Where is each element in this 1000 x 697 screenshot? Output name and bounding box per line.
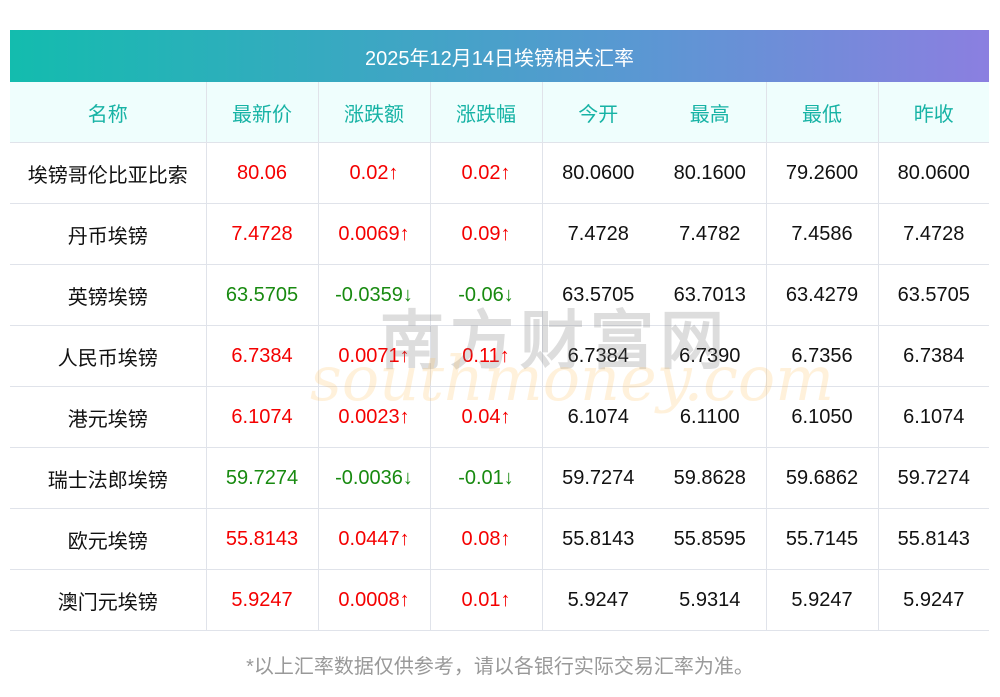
high-price: 6.7390 <box>654 325 766 387</box>
currency-name: 英镑埃镑 <box>10 264 206 326</box>
change-amount: -0.0036↓ <box>317 447 430 509</box>
table-row: 人民币埃镑 6.7384 0.0071↑ 0.11↑ 6.7384 6.7390 6.735… <box>10 325 989 387</box>
change-percent: -0.06↓ <box>429 264 542 326</box>
open-price: 63.5705 <box>541 264 654 326</box>
column-header-pct: 涨跌幅 <box>429 82 542 143</box>
table-row: 欧元埃镑 55.8143 0.0447↑ 0.08↑ 55.8143 55.8595 55.… <box>10 508 989 570</box>
latest-price: 7.4728 <box>205 203 318 265</box>
low-price: 6.1050 <box>765 386 878 448</box>
currency-name: 人民币埃镑 <box>10 325 206 387</box>
low-price: 79.2600 <box>765 142 878 204</box>
high-price: 6.1100 <box>654 386 766 448</box>
latest-price: 55.8143 <box>205 508 318 570</box>
open-price: 55.8143 <box>541 508 654 570</box>
high-price: 80.1600 <box>654 142 766 204</box>
latest-price: 59.7274 <box>205 447 318 509</box>
column-header-open: 今开 <box>541 82 654 143</box>
change-percent: -0.01↓ <box>429 447 542 509</box>
currency-name: 埃镑哥伦比亚比索 <box>10 142 206 204</box>
change-percent: 0.09↑ <box>429 203 542 265</box>
currency-name: 港元埃镑 <box>10 386 206 448</box>
change-amount: 0.0023↑ <box>317 386 430 448</box>
low-price: 63.4279 <box>765 264 878 326</box>
high-price: 59.8628 <box>654 447 766 509</box>
change-percent: 0.01↑ <box>429 569 542 631</box>
low-price: 59.6862 <box>765 447 878 509</box>
latest-price: 5.9247 <box>205 569 318 631</box>
column-header-low: 最低 <box>765 82 878 143</box>
change-amount: 0.02↑ <box>317 142 430 204</box>
change-amount: 0.0447↑ <box>317 508 430 570</box>
change-percent: 0.11↑ <box>429 325 542 387</box>
prev-close: 55.8143 <box>877 508 989 570</box>
latest-price: 6.1074 <box>205 386 318 448</box>
table-row: 丹币埃镑 7.4728 0.0069↑ 0.09↑ 7.4728 7.4782 7.4586… <box>10 203 989 265</box>
change-percent: 0.08↑ <box>429 508 542 570</box>
page-title: 2025年12月14日埃镑相关汇率 <box>10 30 989 82</box>
prev-close: 59.7274 <box>877 447 989 509</box>
open-price: 5.9247 <box>541 569 654 631</box>
open-price: 7.4728 <box>541 203 654 265</box>
disclaimer: *以上汇率数据仅供参考，请以各银行实际交易汇率为准。 <box>246 656 754 678</box>
high-price: 5.9314 <box>654 569 766 631</box>
high-price: 7.4782 <box>654 203 766 265</box>
latest-price: 6.7384 <box>205 325 318 387</box>
prev-close: 5.9247 <box>877 569 989 631</box>
column-header-change: 涨跌额 <box>317 82 430 143</box>
currency-name: 澳门元埃镑 <box>10 569 206 631</box>
low-price: 7.4586 <box>765 203 878 265</box>
change-amount: 0.0071↑ <box>317 325 430 387</box>
open-price: 80.0600 <box>541 142 654 204</box>
prev-close: 80.0600 <box>877 142 989 204</box>
column-header-high: 最高 <box>654 82 766 143</box>
change-amount: -0.0359↓ <box>317 264 430 326</box>
high-price: 55.8595 <box>654 508 766 570</box>
table-row: 港元埃镑 6.1074 0.0023↑ 0.04↑ 6.1074 6.1100 6.1050… <box>10 386 989 448</box>
currency-name: 欧元埃镑 <box>10 508 206 570</box>
change-amount: 0.0069↑ <box>317 203 430 265</box>
latest-price: 80.06 <box>205 142 318 204</box>
high-price: 63.7013 <box>654 264 766 326</box>
table-row: 埃镑哥伦比亚比索 80.06 0.02↑ 0.02↑ 80.0600 80.1600 79.… <box>10 142 989 204</box>
low-price: 55.7145 <box>765 508 878 570</box>
column-header-name: 名称 <box>10 82 206 143</box>
open-price: 59.7274 <box>541 447 654 509</box>
column-header-price: 最新价 <box>205 82 318 143</box>
change-percent: 0.04↑ <box>429 386 542 448</box>
open-price: 6.7384 <box>541 325 654 387</box>
table-row: 澳门元埃镑 5.9247 0.0008↑ 0.01↑ 5.9247 5.9314 5.924… <box>10 569 989 631</box>
table-row: 英镑埃镑 63.5705 -0.0359↓ -0.06↓ 63.5705 63.7013 6… <box>10 264 989 326</box>
column-header-prev: 昨收 <box>877 82 989 143</box>
change-percent: 0.02↑ <box>429 142 542 204</box>
low-price: 6.7356 <box>765 325 878 387</box>
prev-close: 7.4728 <box>877 203 989 265</box>
low-price: 5.9247 <box>765 569 878 631</box>
latest-price: 63.5705 <box>205 264 318 326</box>
change-amount: 0.0008↑ <box>317 569 430 631</box>
currency-name: 瑞士法郎埃镑 <box>10 447 206 509</box>
prev-close: 63.5705 <box>877 264 989 326</box>
prev-close: 6.1074 <box>877 386 989 448</box>
table-header-row: 名称 最新价 涨跌额 涨跌幅 今开 最高 最低 昨收 <box>10 82 989 143</box>
table-row: 瑞士法郎埃镑 59.7274 -0.0036↓ -0.01↓ 59.7274 59.862… <box>10 447 989 509</box>
open-price: 6.1074 <box>541 386 654 448</box>
currency-name: 丹币埃镑 <box>10 203 206 265</box>
exchange-rate-table: 名称 最新价 涨跌额 涨跌幅 今开 最高 最低 昨收 埃镑哥伦比亚比索 80.06… <box>10 82 989 631</box>
prev-close: 6.7384 <box>877 325 989 387</box>
